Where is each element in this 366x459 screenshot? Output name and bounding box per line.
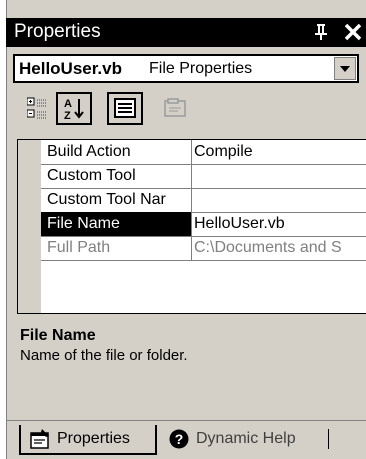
row-divider bbox=[41, 260, 366, 261]
properties-view-button[interactable] bbox=[107, 92, 143, 125]
property-grid[interactable]: Build Action Compile Custom Tool Custom … bbox=[17, 139, 366, 314]
property-value[interactable]: HelloUser.vb bbox=[194, 215, 285, 233]
property-name: Custom Tool Nar bbox=[47, 191, 166, 208]
help-icon: ? bbox=[169, 429, 189, 449]
property-row-full-path[interactable]: Full Path C:\Documents and S bbox=[18, 236, 366, 260]
svg-text:?: ? bbox=[175, 431, 184, 447]
window-title: Properties bbox=[14, 21, 101, 42]
bottom-tab-strip: Properties ? Dynamic Help bbox=[6, 421, 366, 459]
property-row-build-action[interactable]: Build Action Compile bbox=[18, 140, 366, 164]
close-icon[interactable] bbox=[343, 21, 363, 43]
description-text: Name of the file or folder. bbox=[20, 347, 188, 364]
svg-text:A: A bbox=[64, 98, 72, 110]
property-value: C:\Documents and S bbox=[194, 239, 342, 256]
tab-divider bbox=[328, 429, 329, 449]
pin-icon[interactable] bbox=[312, 23, 330, 41]
title-bar[interactable]: Properties bbox=[6, 18, 366, 47]
properties-icon bbox=[30, 429, 49, 449]
property-name: File Name bbox=[47, 215, 120, 232]
property-name: Build Action bbox=[47, 143, 131, 160]
selected-object-name: HelloUser.vb bbox=[19, 59, 122, 78]
property-row-custom-tool-namespace[interactable]: Custom Tool Nar bbox=[18, 188, 366, 212]
chevron-down-icon bbox=[340, 66, 350, 72]
property-row-custom-tool[interactable]: Custom Tool bbox=[18, 164, 366, 188]
svg-text:Z: Z bbox=[64, 110, 71, 122]
property-name: Custom Tool bbox=[47, 167, 136, 184]
property-pages-icon bbox=[164, 98, 186, 117]
categorized-button[interactable] bbox=[27, 97, 47, 121]
alphabetical-button[interactable]: A Z bbox=[56, 92, 92, 125]
tab-properties[interactable]: Properties bbox=[19, 425, 157, 455]
dropdown-button[interactable] bbox=[334, 57, 356, 80]
categorized-icon bbox=[27, 97, 46, 119]
tab-label: Properties bbox=[57, 430, 130, 447]
property-pages-button[interactable] bbox=[164, 98, 186, 118]
property-row-file-name[interactable]: File Name HelloUser.vb bbox=[18, 212, 366, 236]
properties-view-icon bbox=[114, 98, 136, 118]
selected-object-type: File Properties bbox=[149, 60, 253, 77]
tab-label: Dynamic Help bbox=[196, 430, 296, 447]
property-value[interactable]: Compile bbox=[194, 143, 253, 161]
description-title: File Name bbox=[20, 327, 96, 344]
alphabetical-icon: A Z bbox=[64, 98, 84, 122]
tab-dynamic-help[interactable]: ? Dynamic Help bbox=[164, 425, 334, 455]
column-divider[interactable] bbox=[191, 140, 192, 260]
property-name: Full Path bbox=[47, 239, 111, 256]
object-selector[interactable]: HelloUser.vb File Properties bbox=[13, 54, 359, 83]
